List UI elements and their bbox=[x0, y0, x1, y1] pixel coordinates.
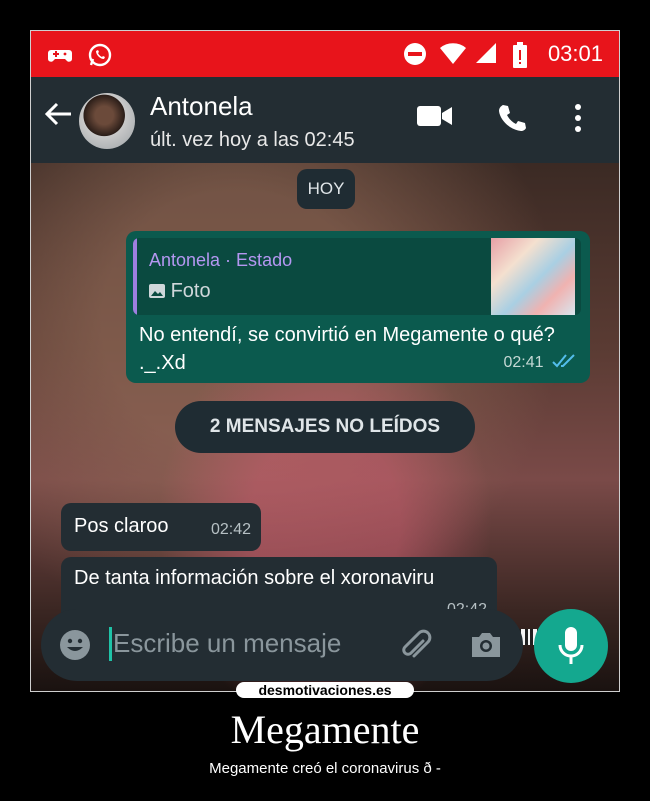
game-controller-icon bbox=[47, 42, 73, 71]
signal-icon bbox=[475, 42, 497, 69]
camera-icon[interactable] bbox=[469, 631, 503, 664]
back-arrow-icon[interactable] bbox=[43, 99, 73, 135]
phone-icon[interactable] bbox=[497, 103, 527, 138]
avatar[interactable] bbox=[79, 93, 135, 149]
message-time: 02:42 bbox=[210, 521, 251, 538]
emoji-icon[interactable] bbox=[59, 629, 91, 666]
quote-type-label: Foto bbox=[170, 280, 211, 302]
do-not-disturb-icon bbox=[403, 42, 427, 71]
microphone-icon bbox=[558, 627, 584, 670]
more-options-icon[interactable] bbox=[574, 103, 582, 138]
text-cursor bbox=[109, 627, 112, 661]
message-input[interactable]: Escribe un mensaje bbox=[113, 628, 341, 659]
whatsapp-icon bbox=[87, 42, 113, 73]
quote-type: Foto bbox=[149, 280, 211, 303]
photo-icon bbox=[149, 284, 165, 298]
poster-subtitle: Megamente creó el coronavirus ð - bbox=[209, 760, 441, 777]
poster-title: Megamente bbox=[230, 707, 420, 752]
status-time: 03:01 bbox=[547, 41, 603, 66]
unread-chip: 2 MENSAJES NO LEÍDOS bbox=[175, 401, 475, 453]
status-bar: 03:01 bbox=[31, 31, 619, 77]
message-text: Pos claroo bbox=[74, 515, 169, 537]
watermark: desmotivaciones.es bbox=[236, 682, 414, 698]
voice-record-button[interactable] bbox=[534, 609, 608, 683]
incoming-message[interactable]: Pos claroo 02:42 bbox=[61, 503, 261, 551]
wifi-icon bbox=[439, 42, 467, 71]
message-text: De tanta información sobre el xoronaviru bbox=[74, 567, 435, 589]
last-seen: últ. vez hoy a las 02:45 bbox=[150, 129, 355, 151]
message-time: 02:41 bbox=[503, 354, 544, 371]
read-ticks-icon bbox=[552, 354, 575, 368]
message-meta: 02:41 bbox=[504, 353, 577, 372]
attach-icon[interactable] bbox=[399, 629, 433, 668]
battery-icon bbox=[513, 42, 527, 73]
outgoing-message[interactable]: Antonela · Estado Foto No entendí, se co… bbox=[126, 231, 590, 383]
quoted-status[interactable]: Antonela · Estado Foto bbox=[133, 238, 581, 315]
contact-name[interactable]: Antonela bbox=[150, 91, 253, 122]
quote-name: Antonela · Estado bbox=[149, 250, 293, 270]
video-call-icon[interactable] bbox=[417, 103, 453, 134]
status-thumbnail[interactable] bbox=[491, 238, 575, 315]
screenshot-frame: 03:01 Antonela últ. vez hoy a las 02:45 … bbox=[30, 30, 620, 692]
quote-bar bbox=[133, 238, 137, 315]
message-input-bar[interactable]: Escribe un mensaje bbox=[41, 609, 523, 681]
chat-header[interactable]: Antonela últ. vez hoy a las 02:45 bbox=[31, 77, 619, 163]
date-chip: HOY bbox=[297, 169, 355, 209]
